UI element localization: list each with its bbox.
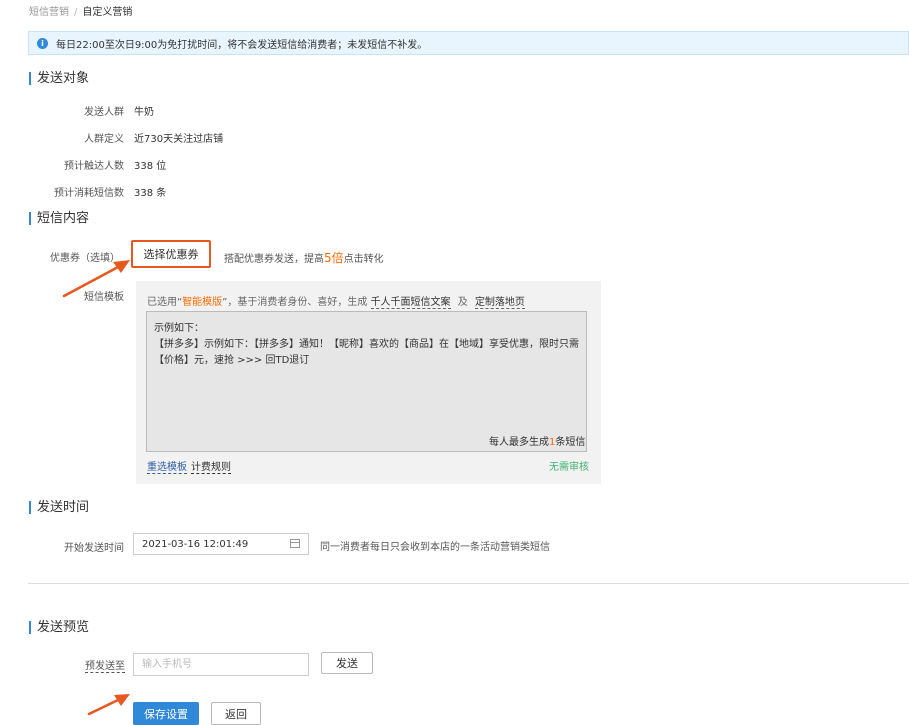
back-button[interactable]: 返回 [211, 702, 261, 725]
breadcrumb: 短信营销 / 自定义营销 [29, 3, 132, 18]
notice-text: 每日22:00至次日9:00为免打扰时间，将不会发送短信给消费者；未发短信不补发… [56, 39, 428, 51]
template-count-prefix: 每人最多生成 [489, 437, 549, 448]
section-divider [28, 583, 909, 584]
template-description: 已选用“智能模版”，基于消费者身份、喜好，生成 千人千面短信文案 及 定制落地页 [147, 293, 525, 309]
personalized-copy-link[interactable]: 千人千面短信文案 [370, 297, 451, 309]
start-time-label: 开始发送时间 [64, 543, 124, 554]
template-desc-p2: ”，基于消费者身份、喜好，生成 [222, 297, 368, 308]
info-icon: i [37, 37, 48, 49]
section-title-preview: 发送预览 [29, 621, 89, 634]
template-text-line: 【拼多多】示例如下：【拼多多】通知！【昵称】喜欢的【商品】在【地域】享受优惠，限… [154, 339, 579, 350]
reach-count-value: 338 位 [134, 161, 167, 172]
reach-count-label: 预计触达人数 [64, 161, 124, 172]
sms-consumption-value: 338 条 [134, 188, 167, 199]
template-count: 每人最多生成1条短信 [489, 433, 585, 448]
calendar-icon[interactable] [290, 539, 300, 548]
notice-bar: i 每日22:00至次日9:00为免打扰时间，将不会发送短信给消费者；未发短信不… [28, 31, 909, 55]
audience-definition-value: 近730天关注过店铺 [134, 134, 224, 145]
template-text-line: 示例如下： [154, 323, 204, 334]
template-label: 短信模板 [84, 292, 124, 303]
landing-page-link[interactable]: 定制落地页 [474, 297, 525, 309]
section-title-send-target: 发送对象 [29, 72, 89, 85]
reselect-template-link[interactable]: 重选模板 [147, 458, 187, 474]
template-desc-p1: 已选用“ [147, 297, 183, 308]
start-time-value: 2021-03-16 12:01:49 [142, 538, 249, 550]
annotation-arrow-save [87, 694, 130, 716]
audience-value: 牛奶 [134, 107, 154, 118]
template-desc-p3: 及 [457, 297, 468, 308]
coupon-hint: 搭配优惠券发送，提高5倍点击转化 [224, 249, 384, 266]
section-title-sms-content: 短信内容 [29, 212, 89, 225]
select-coupon-button[interactable]: 选择优惠券 [131, 240, 211, 268]
billing-rules-link[interactable]: 计费规则 [191, 458, 231, 474]
template-text-line: 【价格】元，速抢 >>> 回TD退订 [154, 355, 310, 366]
no-review-status: 无需审核 [549, 462, 589, 473]
send-time-note: 同一消费者每日只会收到本店的一条活动营销类短信 [320, 542, 550, 553]
coupon-hint-prefix: 搭配优惠券发送，提高 [224, 254, 324, 265]
breadcrumb-parent[interactable]: 短信营销 [29, 7, 69, 18]
template-desc-accent: 智能模版 [182, 297, 223, 308]
save-settings-button[interactable]: 保存设置 [133, 702, 199, 725]
audience-definition-label: 人群定义 [84, 134, 124, 145]
breadcrumb-separator: / [74, 7, 78, 18]
phone-input[interactable] [133, 653, 309, 676]
start-time-picker[interactable]: 2021-03-16 12:01:49 [133, 533, 309, 555]
breadcrumb-current: 自定义营销 [82, 7, 133, 18]
send-preview-button[interactable]: 发送 [321, 652, 373, 674]
coupon-hint-suffix: 点击转化 [343, 254, 384, 265]
audience-label: 发送人群 [84, 107, 124, 118]
coupon-hint-accent: 5倍 [324, 251, 344, 265]
section-title-send-time: 发送时间 [29, 501, 89, 514]
sms-consumption-label: 预计消耗短信数 [54, 188, 124, 199]
phone-label: 预发送至 [85, 657, 125, 673]
template-count-suffix: 条短信 [555, 437, 586, 448]
template-preview-text: 示例如下： 【拼多多】示例如下：【拼多多】通知！【昵称】喜欢的【商品】在【地域】… [146, 311, 587, 452]
